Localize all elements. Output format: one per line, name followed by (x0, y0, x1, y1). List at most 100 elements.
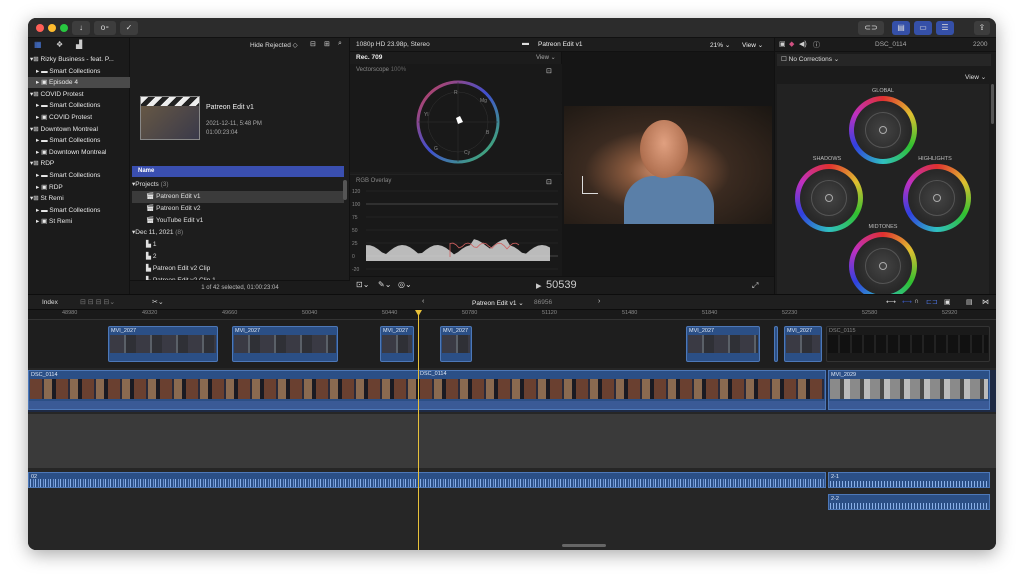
library-item[interactable]: ▾⊞ St Remi (28, 193, 130, 204)
filmstrip-icon[interactable]: ⊞ (324, 40, 330, 48)
browser-scrollbar[interactable] (343, 180, 347, 200)
play-button[interactable]: ▸ (536, 279, 542, 292)
clip-row[interactable]: ▙ 2 (132, 251, 344, 263)
effects-browser-icon[interactable]: ▤ (966, 298, 973, 306)
library-item[interactable]: ▸ ▬ Smart Collections (28, 100, 130, 111)
timeline-scrollbar[interactable] (562, 544, 606, 547)
library-item[interactable]: ▸ ▣ Downtown Montreal (28, 147, 130, 158)
share-button[interactable]: ⇪ (974, 21, 990, 35)
timeline-project-dropdown[interactable]: Patreon Edit v1 ⌄ (472, 299, 524, 307)
blade-tool-icon[interactable]: ✂⌄ (152, 298, 164, 306)
highlights-color-wheel[interactable] (903, 164, 971, 232)
shadows-color-wheel[interactable] (795, 164, 863, 232)
switch-button[interactable]: ⊂⊃ (858, 21, 884, 35)
midtones-wheel-puck[interactable] (879, 262, 887, 270)
corrections-dropdown[interactable]: ☐ No Corrections ⌄ (777, 54, 991, 66)
inspector-toggle-button[interactable]: ☰ (936, 21, 954, 35)
midtones-color-wheel[interactable] (849, 232, 917, 300)
snapping-icon[interactable]: ⊏⊐ (926, 298, 938, 306)
keyword-button[interactable]: o⁃ (94, 21, 116, 35)
project-row[interactable]: 🎬︎ YouTube Edit v1 (132, 215, 344, 227)
color-inspector-icon[interactable]: ◆ (789, 40, 794, 48)
zoom-window-button[interactable] (60, 24, 68, 32)
clip-appearance-icon[interactable]: ▣ (944, 298, 951, 306)
connected-clip[interactable]: MVI_2027 (784, 326, 822, 362)
photos-tab-icon[interactable]: ❖ (56, 40, 63, 49)
zoom-dropdown[interactable]: 21% ⌄ (710, 41, 730, 49)
library-item[interactable]: ▸ ▬ Smart Collections (28, 135, 130, 146)
highlights-wheel-puck[interactable] (933, 194, 941, 202)
minimize-window-button[interactable] (48, 24, 56, 32)
transitions-icon[interactable]: ⋈ (982, 298, 989, 306)
library-item[interactable]: ▸ ▬ Smart Collections (28, 66, 130, 77)
connected-clip[interactable]: MVI_2027 (686, 326, 760, 362)
primary-clip[interactable]: MVI_2029 (828, 370, 990, 410)
global-color-wheel[interactable] (849, 96, 917, 164)
library-item[interactable]: ▸ ▬ Smart Collections (28, 205, 130, 216)
skimming-icon[interactable]: ⟷ (886, 298, 896, 306)
timeline-ruler[interactable]: 48980 49320 49660 50040 50440 50780 51120 51480… (28, 310, 996, 320)
global-wheel-puck[interactable] (879, 126, 887, 134)
library-item[interactable]: ▾⊞ Rizky Business - feat. P... (28, 54, 130, 65)
inspector-scrollbar[interactable] (991, 84, 994, 124)
forward-arrow-icon[interactable]: › (598, 298, 600, 305)
library-item[interactable]: ▸ ▬ Smart Collections (28, 170, 130, 181)
clip-row[interactable]: ▙ 1 (132, 239, 344, 251)
scope-view-menu[interactable]: View ⌄ (536, 54, 556, 61)
viewer-frame[interactable] (564, 106, 772, 224)
index-button[interactable]: Index (42, 299, 58, 306)
info-inspector-icon[interactable]: ⓘ (813, 40, 820, 50)
date-group[interactable]: ▾Dec 11, 2021 (8) (132, 227, 344, 239)
titles-tab-icon[interactable]: ▟ (76, 40, 82, 49)
audio-inspector-icon[interactable]: ◀) (799, 40, 807, 48)
transform-menu-icon[interactable]: ⊡⌄ (356, 280, 369, 289)
audio-skimming-icon[interactable]: ⟷ (902, 298, 912, 306)
browser-toggle-button[interactable]: ▤ (892, 21, 910, 35)
rgb-settings-icon[interactable]: ⊡ (546, 178, 552, 186)
connected-clip[interactable]: MVI_2027 (232, 326, 338, 362)
fullscreen-icon[interactable]: ⤢ (752, 281, 758, 291)
library-item[interactable]: ▸ ▣ St Remi (28, 216, 130, 227)
clip-appearance-icon[interactable]: ⊟ (310, 40, 316, 48)
project-row[interactable]: 🎬︎ Patreon Edit v1 (132, 191, 344, 203)
back-arrow-icon[interactable]: ‹ (422, 298, 424, 305)
video-inspector-icon[interactable]: ▣ (779, 40, 786, 48)
shadows-wheel-puck[interactable] (825, 194, 833, 202)
library-item[interactable]: ▸ ▣ Episode 4 (28, 77, 130, 89)
connected-clip[interactable]: MVI_2027 (380, 326, 414, 362)
connected-clip[interactable]: MVI_2027 (440, 326, 472, 362)
audio-clip[interactable]: 02 (28, 472, 826, 488)
timeline-toggle-button[interactable]: ▭ (914, 21, 932, 35)
library-item[interactable]: ▾⊞ Downtown Montreal (28, 124, 130, 135)
close-window-button[interactable] (36, 24, 44, 32)
enhance-menu-icon[interactable]: ✎⌄ (378, 280, 391, 289)
viewer-view-menu[interactable]: View ⌄ (742, 41, 763, 49)
projects-group[interactable]: ▾Projects (3) (132, 179, 344, 191)
library-item[interactable]: ▸ ▣ COVID Protest (28, 112, 130, 123)
solo-icon[interactable]: ∩ (914, 298, 919, 305)
name-column-header[interactable]: Name (132, 166, 344, 177)
checkbox-icon[interactable]: ☐ (781, 56, 787, 63)
project-thumbnail[interactable] (140, 96, 200, 140)
connected-clip[interactable]: MVI_2027 (108, 326, 218, 362)
timeline-area[interactable]: 48980 49320 49660 50040 50440 50780 51120 51480… (28, 310, 996, 550)
connected-clip-sliver[interactable] (774, 326, 778, 362)
background-tasks-button[interactable]: ✓ (120, 21, 138, 35)
libraries-tab-icon[interactable]: ▦ (34, 40, 42, 49)
edit-buttons[interactable]: ⊟ ⊟ ⊟ ⊟⌄ (80, 298, 115, 306)
playhead[interactable] (418, 310, 419, 550)
library-item[interactable]: ▸ ▣ RDP (28, 182, 130, 193)
library-item[interactable]: ▾⊞ COVID Protest (28, 89, 130, 100)
audio-clip[interactable]: 2-2 (828, 494, 990, 510)
audio-clip[interactable]: 2-1 (828, 472, 990, 488)
inspector-view-menu[interactable]: View ⌄ (965, 73, 986, 81)
retime-menu-icon[interactable]: ◎⌄ (398, 280, 412, 289)
connected-clip[interactable]: DSC_0115 (826, 326, 990, 362)
scope-settings-icon[interactable]: ⊡ (546, 67, 552, 75)
filter-dropdown[interactable]: Hide Rejected ◇ (250, 41, 298, 49)
library-item[interactable]: ▾⊞ RDP (28, 158, 130, 169)
import-button[interactable]: ↓ (72, 21, 90, 35)
clip-row[interactable]: ▙ Patreon Edit v2 Clip (132, 263, 344, 275)
search-icon[interactable]: ⌕ (338, 40, 342, 48)
project-row[interactable]: 🎬︎ Patreon Edit v2 (132, 203, 344, 215)
